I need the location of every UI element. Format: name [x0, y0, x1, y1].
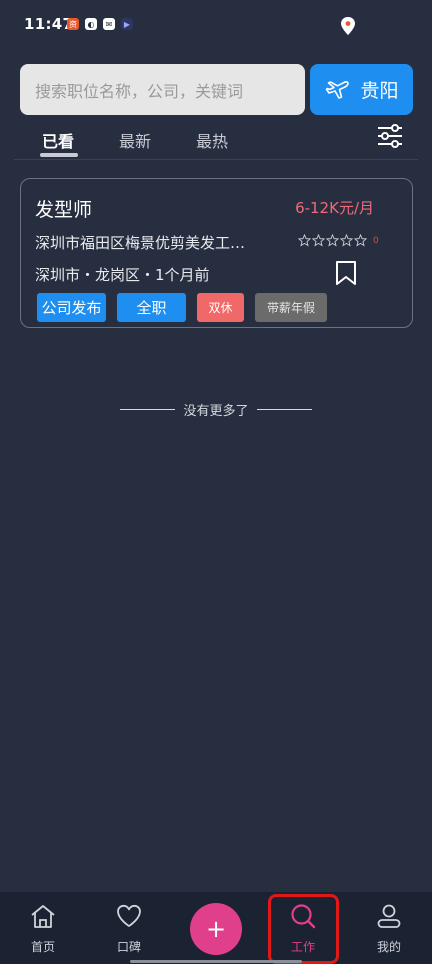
- status-time: 11:47: [24, 15, 74, 33]
- tag-company-posted: 公司发布: [37, 293, 106, 322]
- star-icon: [326, 234, 339, 247]
- job-company: 深圳市福田区梅景优剪美发工…: [35, 234, 246, 252]
- company-rating: 0: [298, 234, 379, 247]
- nav-label: 口碑: [116, 940, 141, 954]
- heart-icon: [117, 904, 141, 927]
- job-salary: 6-12K元/月: [295, 199, 374, 217]
- home-indicator: [130, 960, 302, 963]
- message-icon: ✉: [103, 18, 115, 30]
- nav-home[interactable]: 首页: [0, 892, 86, 964]
- tab-divider: [14, 159, 418, 160]
- active-tab-indicator: [40, 153, 78, 157]
- tag-weekends-off: 双休: [197, 293, 244, 322]
- search-placeholder: 搜索职位名称，公司，关键词: [35, 81, 244, 101]
- plus-icon: +: [205, 915, 227, 943]
- tab-hottest[interactable]: 最热: [196, 128, 228, 152]
- location-pin-icon: [341, 17, 355, 35]
- no-more-text: 没有更多了: [183, 404, 249, 419]
- star-icon: [340, 234, 353, 247]
- rating-count: 0: [373, 235, 379, 246]
- city-label: 贵阳: [360, 80, 399, 102]
- nav-label: 我的: [376, 940, 401, 954]
- home-icon: [31, 905, 55, 928]
- bookmark-icon[interactable]: [334, 260, 358, 286]
- divider-line: [256, 409, 312, 410]
- tab-latest[interactable]: 最新: [119, 128, 151, 152]
- star-icon: [354, 234, 367, 247]
- job-card[interactable]: 发型师 6-12K元/月 深圳市福田区梅景优剪美发工… 0 深圳市・龙岗区・1个…: [20, 178, 413, 328]
- nav-reputation[interactable]: 口碑: [86, 892, 172, 964]
- star-icon: [312, 234, 325, 247]
- job-location: 深圳市・龙岗区・1个月前: [35, 266, 210, 284]
- highlight-box: [268, 894, 339, 964]
- swirl-app-icon: ◐: [85, 18, 97, 30]
- job-tags: 公司发布 全职 双休 带薪年假: [37, 293, 327, 322]
- nav-mine[interactable]: 我的: [346, 892, 432, 964]
- play-icon: ▶: [121, 18, 133, 30]
- tag-full-time: 全职: [117, 293, 186, 322]
- status-icons: 资 ◐ ✉ ▶: [67, 18, 133, 30]
- airplane-icon: [326, 80, 350, 99]
- tab-viewed[interactable]: 已看: [42, 128, 74, 152]
- job-title: 发型师: [35, 199, 93, 221]
- tag-paid-leave: 带薪年假: [255, 293, 327, 322]
- profile-icon: [377, 904, 401, 928]
- add-post-button[interactable]: +: [190, 903, 242, 955]
- nav-label: 首页: [30, 940, 55, 954]
- app-badge-icon: 资: [67, 18, 79, 30]
- city-select-button[interactable]: 贵阳: [310, 64, 413, 115]
- end-of-list: 没有更多了: [0, 400, 432, 419]
- star-icon: [298, 234, 311, 247]
- divider-line: [120, 409, 176, 410]
- filter-sliders-icon[interactable]: [377, 124, 403, 148]
- search-input[interactable]: 搜索职位名称，公司，关键词: [20, 64, 305, 115]
- status-bar: 11:47 资 ◐ ✉ ▶: [0, 0, 432, 50]
